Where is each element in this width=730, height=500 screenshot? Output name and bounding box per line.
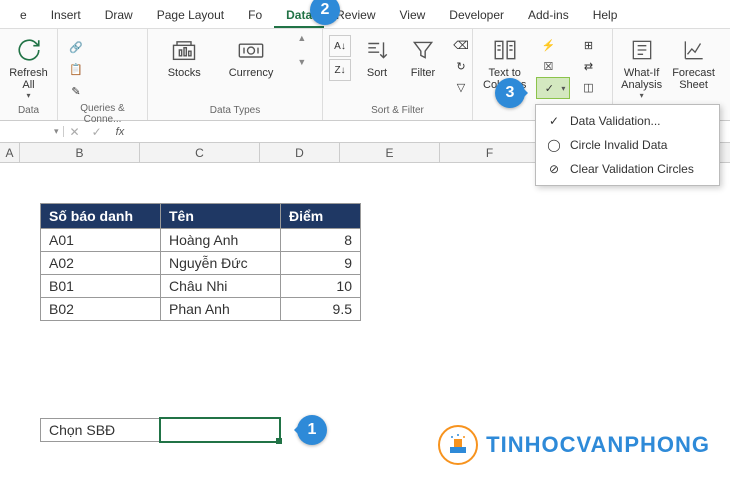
scroll-up-icon[interactable]: ▲ [297,33,306,43]
callout-3: 3 [495,78,525,108]
stocks-button[interactable]: Stocks [164,33,205,81]
edit-links-button[interactable]: ✎ [64,81,88,101]
remove-dup-icon: ☒ [540,58,556,74]
tab-addins[interactable]: Add-ins [516,4,581,28]
currency-button[interactable]: Currency [225,33,278,81]
group-label-queries: Queries & Conne... [64,101,141,127]
header-diem: Điểm [281,204,361,229]
properties-button[interactable]: 📋 [64,59,88,79]
clear-filter-button[interactable]: ⌫ [449,35,473,55]
flash-fill-button[interactable]: ⚡ [536,35,570,55]
tab-formulas-partial[interactable]: Fo [236,4,274,28]
validation-icon: ✓ [541,80,557,96]
data-table: Số báo danh Tên Điểm A01Hoàng Anh8 A02Ng… [40,203,361,321]
reapply-button[interactable]: ↻ [449,56,473,76]
link-icon: 🔗 [68,39,84,55]
watermark: TINHOCVANPHONG [438,425,710,465]
forecast-button[interactable]: Forecast Sheet [670,33,717,93]
tab-page-layout[interactable]: Page Layout [145,4,236,28]
lookup-row: Chọn SBĐ [40,418,280,442]
properties-icon: 📋 [68,61,84,77]
flash-fill-icon: ⚡ [540,37,556,53]
sort-icon [362,35,392,65]
data-validation-menu: ✓ Data Validation... ◯ Circle Invalid Da… [535,104,720,186]
sort-za-icon[interactable]: Z↓ [329,59,351,81]
remove-duplicates-button[interactable]: ☒ [536,56,570,76]
validation-icon: ✓ [546,113,562,129]
col-header-a[interactable]: A [0,143,20,162]
tab-help[interactable]: Help [581,4,630,28]
menu-data-validation[interactable]: ✓ Data Validation... [536,109,719,133]
table-row[interactable]: A01Hoàng Anh8 [41,229,361,252]
edit-icon: ✎ [68,83,84,99]
reapply-icon: ↻ [453,58,469,74]
col-header-f[interactable]: F [440,143,540,162]
lookup-label[interactable]: Chọn SBĐ [40,418,160,442]
col-header-e[interactable]: E [340,143,440,162]
tab-home-partial[interactable]: e [8,4,39,28]
group-label-datatypes: Data Types [154,103,316,118]
group-label-sortfilter: Sort & Filter [329,103,466,118]
relationships-icon: ⇄ [580,58,596,74]
table-row[interactable]: A02Nguyễn Đức9 [41,252,361,275]
whatif-icon [627,35,657,65]
stocks-icon [169,35,199,65]
currency-icon [236,35,266,65]
sort-button[interactable]: Sort [357,33,397,81]
table-row[interactable]: B01Châu Nhi10 [41,275,361,298]
watermark-text: TINHOCVANPHONG [486,432,710,458]
data-model-button[interactable]: ◫ [576,77,600,97]
table-row[interactable]: B02Phan Anh9.5 [41,298,361,321]
refresh-icon [14,35,44,65]
group-label-data: Data [6,103,51,118]
filter-icon [408,35,438,65]
menu-clear-circles[interactable]: ⊘ Clear Validation Circles [536,157,719,181]
data-validation-button[interactable]: ✓▾ [536,77,570,99]
header-ten: Tên [161,204,281,229]
refresh-all-button[interactable]: Refresh All ▾ [6,33,51,102]
clear-icon: ⌫ [453,37,469,53]
chevron-down-icon: ▾ [640,91,644,100]
advanced-icon: ▽ [453,79,469,95]
callout-1: 1 [297,415,327,445]
text-to-columns-icon [490,35,520,65]
consolidate-button[interactable]: ⊞ [576,35,600,55]
name-box-dropdown[interactable]: ▾ [50,126,64,137]
fx-button[interactable]: fx [108,126,133,138]
tab-view[interactable]: View [388,4,438,28]
clear-circles-icon: ⊘ [546,161,562,177]
col-header-b[interactable]: B [20,143,140,162]
col-header-d[interactable]: D [260,143,340,162]
scroll-down-icon[interactable]: ▼ [297,57,306,67]
circle-invalid-icon: ◯ [546,137,562,153]
relationships-button[interactable]: ⇄ [576,56,600,76]
watermark-logo-icon [438,425,478,465]
header-sbd: Số báo danh [41,204,161,229]
tab-draw[interactable]: Draw [93,4,145,28]
menu-circle-invalid[interactable]: ◯ Circle Invalid Data [536,133,719,157]
whatif-button[interactable]: What-If Analysis ▾ [619,33,664,102]
forecast-icon [679,35,709,65]
sort-az-icon[interactable]: A↓ [329,35,351,57]
data-model-icon: ◫ [580,79,596,95]
lookup-input-cell[interactable] [160,418,280,442]
tab-developer[interactable]: Developer [437,4,516,28]
col-header-c[interactable]: C [140,143,260,162]
chevron-down-icon: ▾ [26,91,30,100]
advanced-button[interactable]: ▽ [449,77,473,97]
consolidate-icon: ⊞ [580,37,596,53]
ribbon-tabs: e Insert Draw Page Layout Fo Data Review… [0,0,730,29]
tab-insert[interactable]: Insert [39,4,93,28]
filter-button[interactable]: Filter [403,33,443,81]
queries-connections-button[interactable]: 🔗 [64,37,88,57]
